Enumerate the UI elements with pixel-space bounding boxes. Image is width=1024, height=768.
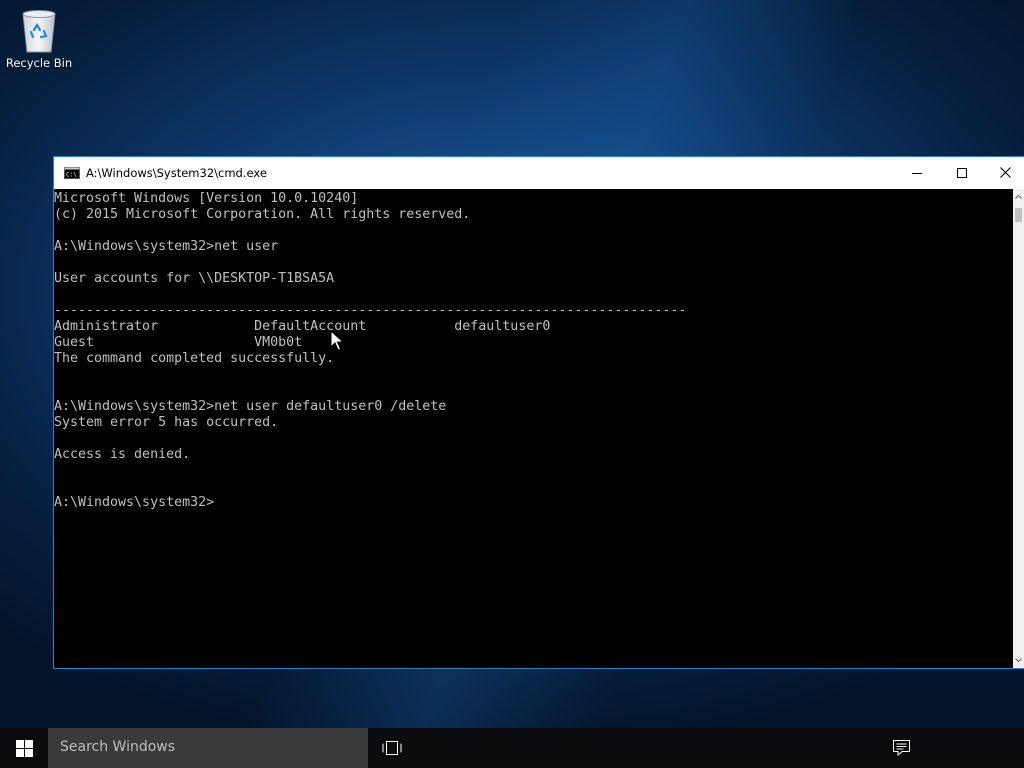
close-button[interactable] [985,157,1024,188]
task-view-button[interactable] [368,728,416,768]
minimize-button[interactable] [894,157,940,188]
taskbar: Search Windows [0,728,1024,768]
action-center-icon [892,740,910,756]
cmd-window[interactable]: C:\ A:\Windows\System32\cmd.exe Microsof… [53,156,1024,669]
scroll-thumb[interactable] [1015,208,1022,222]
console-output-area[interactable]: Microsoft Windows [Version 10.0.10240] (… [54,189,1013,668]
task-view-icon [382,741,402,755]
console-icon: C:\ [64,167,80,179]
svg-text:C:\: C:\ [66,172,77,179]
desktop: Recycle Bin C:\ A:\Windows\System32\cmd.… [0,0,1024,768]
scroll-up-arrow-icon[interactable] [1013,189,1024,205]
vertical-scrollbar[interactable] [1013,189,1024,668]
close-icon [999,167,1011,178]
recycle-bin-label: Recycle Bin [5,56,73,70]
windows-logo-icon [15,739,33,757]
recycle-bin-shortcut[interactable]: Recycle Bin [4,4,74,76]
mouse-pointer-icon [330,330,344,351]
search-placeholder: Search Windows [60,739,176,755]
maximize-button[interactable] [939,157,985,188]
recycle-bin-icon [22,10,56,53]
console-text: Microsoft Windows [Version 10.0.10240] (… [54,191,687,510]
minimize-icon [912,172,922,174]
maximize-icon [957,167,967,178]
start-button[interactable] [0,728,48,768]
scroll-down-arrow-icon[interactable] [1013,652,1024,668]
action-center-button[interactable] [880,728,922,768]
search-input[interactable]: Search Windows [48,728,368,768]
window-title: A:\Windows\System32\cmd.exe [86,166,267,180]
title-bar[interactable]: C:\ A:\Windows\System32\cmd.exe [54,157,1024,189]
